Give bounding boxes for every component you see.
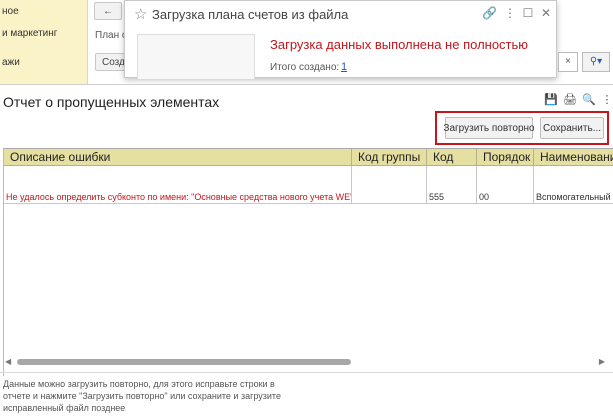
print-icon[interactable]: 🖨: [563, 93, 577, 107]
column-header-group-code[interactable]: Код группы: [352, 149, 427, 166]
reload-button[interactable]: Загрузить повторно: [443, 117, 535, 139]
load-status-message: Загрузка данных выполнена не полностью: [270, 37, 529, 52]
cell-name[interactable]: Вспомогательный сч: [534, 166, 613, 204]
close-icon: ×: [565, 56, 571, 67]
column-header-name[interactable]: Наименование: [534, 149, 613, 166]
scrollbar-thumb[interactable]: [17, 359, 351, 365]
cell-group-code[interactable]: [352, 166, 427, 204]
arrow-left-icon: ←: [103, 5, 113, 17]
errors-table: Описание ошибки Код группы Код Порядок Н…: [3, 148, 613, 376]
column-header-order[interactable]: Порядок: [477, 149, 534, 166]
sidebar-item[interactable]: и маркетинг: [2, 28, 57, 39]
save-button[interactable]: Сохранить...: [540, 117, 604, 139]
background-sidebar: ное и маркетинг ажи: [0, 0, 88, 84]
page-title: Отчет о пропущенных элементах: [3, 94, 220, 110]
created-label: Итого создано:: [270, 62, 340, 73]
scroll-left-icon[interactable]: ◀: [5, 357, 11, 366]
preview-icon[interactable]: 🔍: [582, 93, 596, 107]
created-count-link[interactable]: 1: [341, 61, 347, 73]
load-dialog: ☆ Загрузка плана счетов из файла 🔗 ⋮ ☐ ✕…: [124, 0, 557, 79]
cell-order[interactable]: 00: [477, 166, 534, 204]
maximize-icon[interactable]: ☐: [521, 6, 535, 20]
back-button[interactable]: ←: [94, 2, 122, 20]
column-header-description[interactable]: Описание ошибки: [4, 149, 352, 166]
horizontal-scrollbar[interactable]: ◀ ▶: [3, 357, 607, 366]
more-menu-icon[interactable]: ⋮: [503, 6, 517, 20]
more-menu-icon[interactable]: ⋮: [600, 93, 613, 107]
search-icon: ⚲▾: [589, 56, 603, 67]
search-button[interactable]: ⚲▾: [582, 52, 610, 72]
scroll-right-icon[interactable]: ▶: [599, 357, 605, 366]
report-window: Отчет о пропущенных элементах 💾 🖨 🔍 ⋮ За…: [0, 84, 613, 416]
clear-field-button[interactable]: ×: [558, 52, 578, 72]
link-icon[interactable]: 🔗: [482, 6, 497, 20]
cell-description[interactable]: Не удалось определить субконто по имени:…: [4, 166, 352, 204]
divider: [0, 372, 613, 373]
close-icon[interactable]: ✕: [539, 6, 553, 20]
sidebar-item[interactable]: ное: [2, 6, 19, 17]
dialog-preview-panel: [137, 34, 255, 79]
save-disk-icon[interactable]: 💾: [544, 93, 558, 107]
sidebar-item[interactable]: ажи: [2, 57, 20, 68]
column-header-code[interactable]: Код: [427, 149, 477, 166]
cell-code[interactable]: 555: [427, 166, 477, 204]
dialog-title: Загрузка плана счетов из файла: [152, 7, 349, 22]
favorite-star-icon[interactable]: ☆: [134, 5, 147, 23]
help-hint: Данные можно загрузить повторно, для это…: [3, 379, 281, 413]
